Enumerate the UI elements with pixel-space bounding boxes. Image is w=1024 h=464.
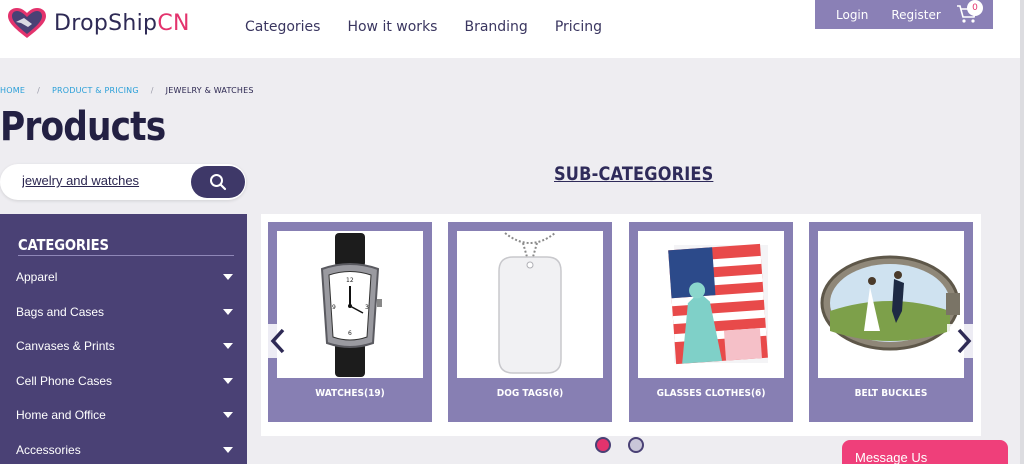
caret-down-icon[interactable] <box>223 309 233 315</box>
subcategory-carousel: 12 3 6 9 WATCHES(19) DOG TAGS(6) GLASSES… <box>261 214 981 436</box>
site-header: DropShipCN Categories How it works Brand… <box>0 0 1024 58</box>
carousel-pagination <box>595 437 644 453</box>
svg-text:12: 12 <box>346 277 354 284</box>
sidebar-title: CATEGORIES <box>18 236 109 254</box>
message-us-button[interactable]: Message Us <box>842 440 1008 464</box>
breadcrumb-home[interactable]: HOME <box>0 86 25 95</box>
sidebar-item-label: Cell Phone Cases <box>16 374 113 388</box>
carousel-next-button[interactable] <box>947 324 981 358</box>
sidebar-item-label: Home and Office <box>16 408 106 422</box>
subcategory-card-dog-tags[interactable]: DOG TAGS(6) <box>448 222 612 422</box>
caret-down-icon[interactable] <box>223 343 233 349</box>
handshake-heart-icon <box>8 8 46 38</box>
nav-categories[interactable]: Categories <box>245 19 320 35</box>
auth-bar: Login Register 0 <box>815 0 993 29</box>
caret-down-icon[interactable] <box>223 412 233 418</box>
subcategories-title: SUB-CATEGORIES <box>554 163 714 185</box>
carousel-dot-1[interactable] <box>595 437 611 453</box>
sidebar-item-label: Accessories <box>16 443 81 457</box>
svg-text:6: 6 <box>348 330 352 337</box>
watch-image: 12 3 6 9 <box>277 231 423 378</box>
sidebar-item-cell-phone-cases[interactable]: Cell Phone Cases <box>16 371 236 391</box>
search-icon <box>210 174 227 191</box>
sidebar-item-accessories[interactable]: Accessories <box>16 440 236 460</box>
sidebar-item-label: Bags and Cases <box>16 305 105 319</box>
search-button[interactable] <box>191 166 245 198</box>
dog-tag-image <box>457 231 603 378</box>
page-scrollbar[interactable] <box>1020 0 1024 464</box>
cart-count-badge: 0 <box>967 0 983 16</box>
nav-how-it-works[interactable]: How it works <box>347 19 437 35</box>
caret-down-icon[interactable] <box>223 378 233 384</box>
chevron-left-icon <box>270 328 285 354</box>
carousel-dot-2[interactable] <box>628 437 644 453</box>
subcategory-label: BELT BUCKLES <box>854 388 928 399</box>
subcategory-card-watches[interactable]: 12 3 6 9 WATCHES(19) <box>268 222 432 422</box>
chevron-right-icon <box>957 328 972 354</box>
carousel-prev-button[interactable] <box>261 324 295 358</box>
svg-text:3: 3 <box>365 304 369 311</box>
page-title: Products <box>0 104 166 150</box>
breadcrumb-product-pricing[interactable]: PRODUCT & PRICING <box>52 86 139 95</box>
category-sidebar: CATEGORIES Apparel Bags and Cases Canvas… <box>0 214 247 464</box>
nav-pricing[interactable]: Pricing <box>555 19 602 35</box>
subcategory-label: GLASSES CLOTHES(6) <box>656 388 766 399</box>
caret-down-icon[interactable] <box>223 447 233 453</box>
subcategory-card-glasses-clothes[interactable]: GLASSES CLOTHES(6) <box>629 222 793 422</box>
breadcrumb-separator: / <box>150 86 154 95</box>
breadcrumb-current: JEWELRY & WATCHES <box>165 86 254 95</box>
breadcrumb-separator: / <box>37 86 40 95</box>
login-link[interactable]: Login <box>836 8 868 22</box>
sidebar-item-bags-and-cases[interactable]: Bags and Cases <box>16 302 236 322</box>
sidebar-divider <box>18 255 234 256</box>
nav-branding[interactable]: Branding <box>464 19 527 35</box>
svg-text:9: 9 <box>332 304 336 311</box>
sidebar-item-apparel[interactable]: Apparel <box>16 267 236 287</box>
sidebar-item-label: Apparel <box>16 270 58 284</box>
sidebar-item-home-and-office[interactable]: Home and Office <box>16 405 236 425</box>
subcategory-card-belt-buckles[interactable]: BELT BUCKLES <box>809 222 973 422</box>
brand-name: DropShipCN <box>54 10 190 36</box>
subcategory-label: WATCHES(19) <box>315 388 385 399</box>
search-input[interactable] <box>22 173 182 188</box>
sidebar-item-canvases-prints[interactable]: Canvases & Prints <box>16 336 236 356</box>
search-box <box>0 164 246 200</box>
register-link[interactable]: Register <box>891 8 940 22</box>
glasses-cloth-image <box>638 231 784 378</box>
caret-down-icon[interactable] <box>223 274 233 280</box>
belt-buckle-image <box>818 231 964 378</box>
breadcrumb: HOME / PRODUCT & PRICING / JEWELRY & WAT… <box>0 86 254 95</box>
brand-logo[interactable]: DropShipCN <box>6 6 190 40</box>
main-nav: Categories How it works Branding Pricing <box>245 19 602 35</box>
subcategory-label: DOG TAGS(6) <box>496 388 564 399</box>
sidebar-item-label: Canvases & Prints <box>16 339 115 353</box>
